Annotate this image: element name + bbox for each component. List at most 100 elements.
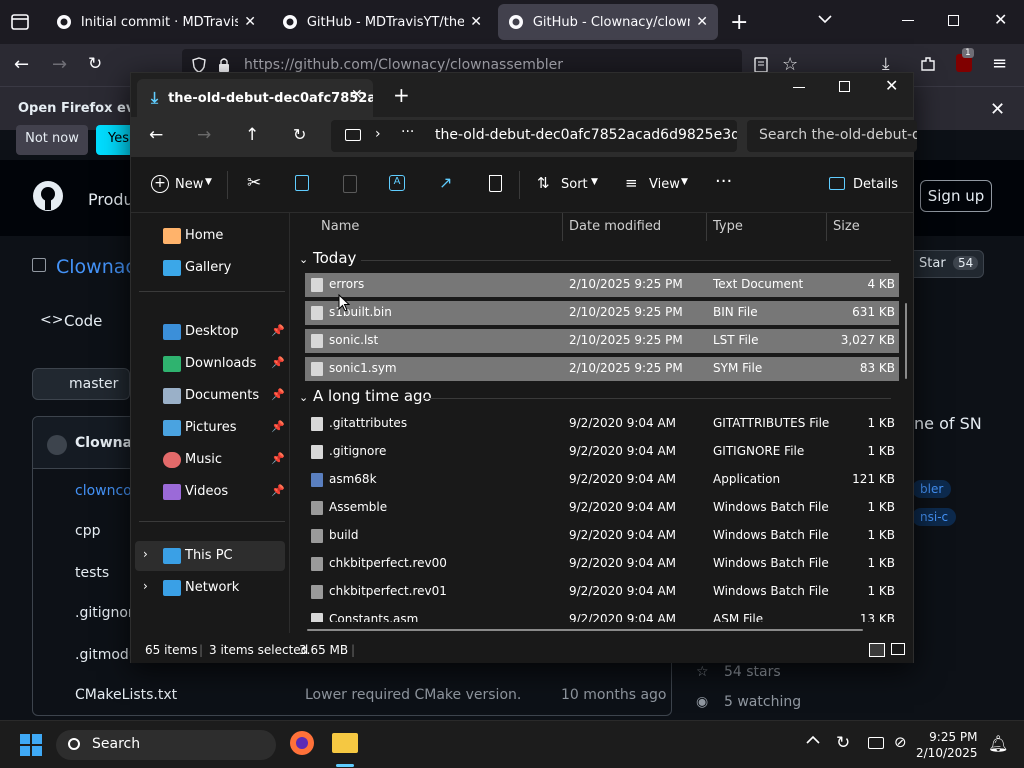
- topic-tag[interactable]: nsi-c: [912, 508, 957, 526]
- table-row-selected[interactable]: sonic1.sym 2/10/2025 9:25 PM SYM File 83…: [305, 357, 899, 381]
- browser-tab-3-active[interactable]: GitHub - Clownacy/clownassembler ✕: [498, 4, 718, 40]
- explorer-tab[interactable]: ⤓ the-old-debut-dec0afc7852aca: [137, 79, 373, 117]
- plus-icon[interactable]: +: [151, 175, 169, 193]
- topic-tag[interactable]: bler: [912, 480, 952, 498]
- details-pane-icon[interactable]: [829, 177, 845, 190]
- close-notification-icon[interactable]: ✕: [990, 99, 1005, 120]
- stars-count-link[interactable]: 54 stars: [724, 664, 781, 680]
- browser-tab-2[interactable]: GitHub - MDTravisYT/the-old-debut ✕: [272, 4, 492, 40]
- sort-button[interactable]: Sort: [561, 177, 588, 192]
- nav-item-gallery[interactable]: Gallery: [131, 253, 287, 283]
- paste-icon[interactable]: [343, 175, 357, 193]
- details-view-icon[interactable]: [869, 643, 885, 657]
- details-button[interactable]: Details: [853, 177, 898, 192]
- table-row[interactable]: build 9/2/2020 9:04 AM Windows Batch Fil…: [305, 524, 899, 548]
- pin-icon[interactable]: 📌: [271, 452, 285, 465]
- horizontal-scrollbar[interactable]: [307, 629, 863, 631]
- up-icon[interactable]: ↑: [245, 125, 259, 145]
- close-window-icon[interactable]: ✕: [885, 76, 898, 95]
- column-header-date[interactable]: Date modified: [569, 219, 661, 234]
- address-path[interactable]: › ··· the-old-debut-dec0afc7852acad6d982…: [331, 120, 737, 152]
- column-header-name[interactable]: Name: [321, 219, 359, 234]
- sign-up-button[interactable]: Sign up: [920, 180, 992, 212]
- display-icon[interactable]: [868, 737, 884, 749]
- group-header-today[interactable]: ⌄ Today: [299, 249, 356, 267]
- nav-item-home[interactable]: Home: [131, 221, 287, 251]
- copy-icon[interactable]: [295, 175, 309, 191]
- file-link[interactable]: cpp: [75, 523, 100, 539]
- table-row[interactable]: chkbitperfect.rev01 9/2/2020 9:04 AM Win…: [305, 580, 899, 604]
- tab-code[interactable]: Code: [64, 312, 102, 330]
- vertical-scrollbar[interactable]: [905, 303, 907, 379]
- search-box[interactable]: Search the-old-debut-de: [747, 120, 917, 152]
- share-icon[interactable]: ↗: [439, 173, 452, 192]
- star-button[interactable]: Star 54: [908, 250, 984, 278]
- view-icon[interactable]: ≡: [625, 174, 638, 192]
- column-header-type[interactable]: Type: [713, 219, 743, 234]
- delete-icon[interactable]: [489, 175, 502, 192]
- column-header-size[interactable]: Size: [833, 219, 860, 234]
- file-explorer-icon[interactable]: [332, 733, 358, 753]
- browser-tab-1[interactable]: Initial commit · MDTravisYT/the-old-debu…: [46, 4, 266, 40]
- cut-icon[interactable]: ✂: [247, 173, 261, 193]
- notification-bell-icon[interactable]: 🔔︎: [988, 734, 1008, 753]
- pin-icon[interactable]: 📌: [271, 324, 285, 337]
- new-button[interactable]: New: [175, 177, 203, 192]
- back-icon[interactable]: ←: [149, 125, 163, 145]
- chevron-down-icon[interactable]: ▼: [205, 177, 212, 187]
- file-link[interactable]: .gitmodu: [75, 647, 138, 663]
- minimize-icon[interactable]: [902, 20, 914, 21]
- table-row[interactable]: Constants.asm 9/2/2020 9:04 AM ASM File …: [305, 608, 899, 622]
- nav-item-downloads[interactable]: Downloads 📌: [131, 349, 287, 379]
- nav-item-network[interactable]: › Network: [131, 573, 287, 603]
- group-header-long-ago[interactable]: ⌄ A long time ago: [299, 387, 432, 405]
- downloads-icon[interactable]: ⤓: [882, 54, 890, 74]
- expand-chevron-icon[interactable]: ›: [143, 547, 148, 561]
- maximize-icon[interactable]: [839, 81, 850, 92]
- volume-muted-icon[interactable]: ⊘: [894, 733, 907, 751]
- tiles-view-icon[interactable]: [891, 643, 905, 655]
- restore-icon[interactable]: [948, 15, 959, 26]
- more-options-icon[interactable]: ···: [715, 171, 732, 192]
- show-hidden-icons-icon[interactable]: [806, 735, 820, 745]
- menu-icon[interactable]: ≡: [992, 53, 1007, 74]
- file-link[interactable]: tests: [75, 565, 109, 581]
- branch-selector[interactable]: master: [32, 368, 130, 400]
- product-menu[interactable]: Produ: [88, 190, 134, 209]
- table-row-selected[interactable]: s1built.bin 2/10/2025 9:25 PM BIN File 6…: [305, 301, 899, 325]
- view-button[interactable]: View: [649, 177, 680, 192]
- table-row[interactable]: asm68k 9/2/2020 9:04 AM Application 121 …: [305, 468, 899, 492]
- repo-owner-link[interactable]: Clownac: [56, 256, 136, 278]
- pin-icon[interactable]: 📌: [271, 484, 285, 497]
- nav-item-music[interactable]: Music 📌: [131, 445, 287, 475]
- nav-item-this-pc[interactable]: › This PC: [135, 541, 285, 571]
- lock-icon[interactable]: [218, 57, 230, 73]
- firefox-view-icon[interactable]: [10, 12, 30, 32]
- reader-view-icon[interactable]: [754, 57, 768, 73]
- nav-item-documents[interactable]: Documents 📌: [131, 381, 287, 411]
- nav-item-desktop[interactable]: Desktop 📌: [131, 317, 287, 347]
- chevron-down-icon[interactable]: ▼: [591, 177, 598, 187]
- refresh-icon[interactable]: ↻: [293, 125, 306, 144]
- github-logo-icon[interactable]: [32, 180, 64, 212]
- commit-message[interactable]: Lower required CMake version.: [305, 687, 521, 703]
- ublock-icon[interactable]: 1: [956, 48, 974, 72]
- watching-link[interactable]: 5 watching: [724, 694, 801, 710]
- rename-icon[interactable]: A: [389, 175, 405, 191]
- column-separator[interactable]: [706, 213, 707, 241]
- nav-item-videos[interactable]: Videos 📌: [131, 477, 287, 507]
- shield-icon[interactable]: [192, 57, 206, 73]
- close-tab-icon[interactable]: ✕: [351, 87, 363, 103]
- close-window-icon[interactable]: ✕: [994, 10, 1007, 29]
- pin-icon[interactable]: 📌: [271, 420, 285, 433]
- new-tab-icon[interactable]: +: [393, 83, 410, 107]
- file-link[interactable]: clowncor: [75, 483, 138, 499]
- forward-icon[interactable]: →: [197, 125, 211, 145]
- table-row[interactable]: .gitattributes 9/2/2020 9:04 AM GITATTRI…: [305, 412, 899, 436]
- pane-splitter[interactable]: [289, 213, 290, 633]
- column-separator[interactable]: [562, 213, 563, 241]
- nav-item-pictures[interactable]: Pictures 📌: [131, 413, 287, 443]
- close-tab-icon[interactable]: ✕: [244, 14, 256, 30]
- table-row[interactable]: .gitignore 9/2/2020 9:04 AM GITIGNORE Fi…: [305, 440, 899, 464]
- back-icon[interactable]: ←: [14, 54, 29, 75]
